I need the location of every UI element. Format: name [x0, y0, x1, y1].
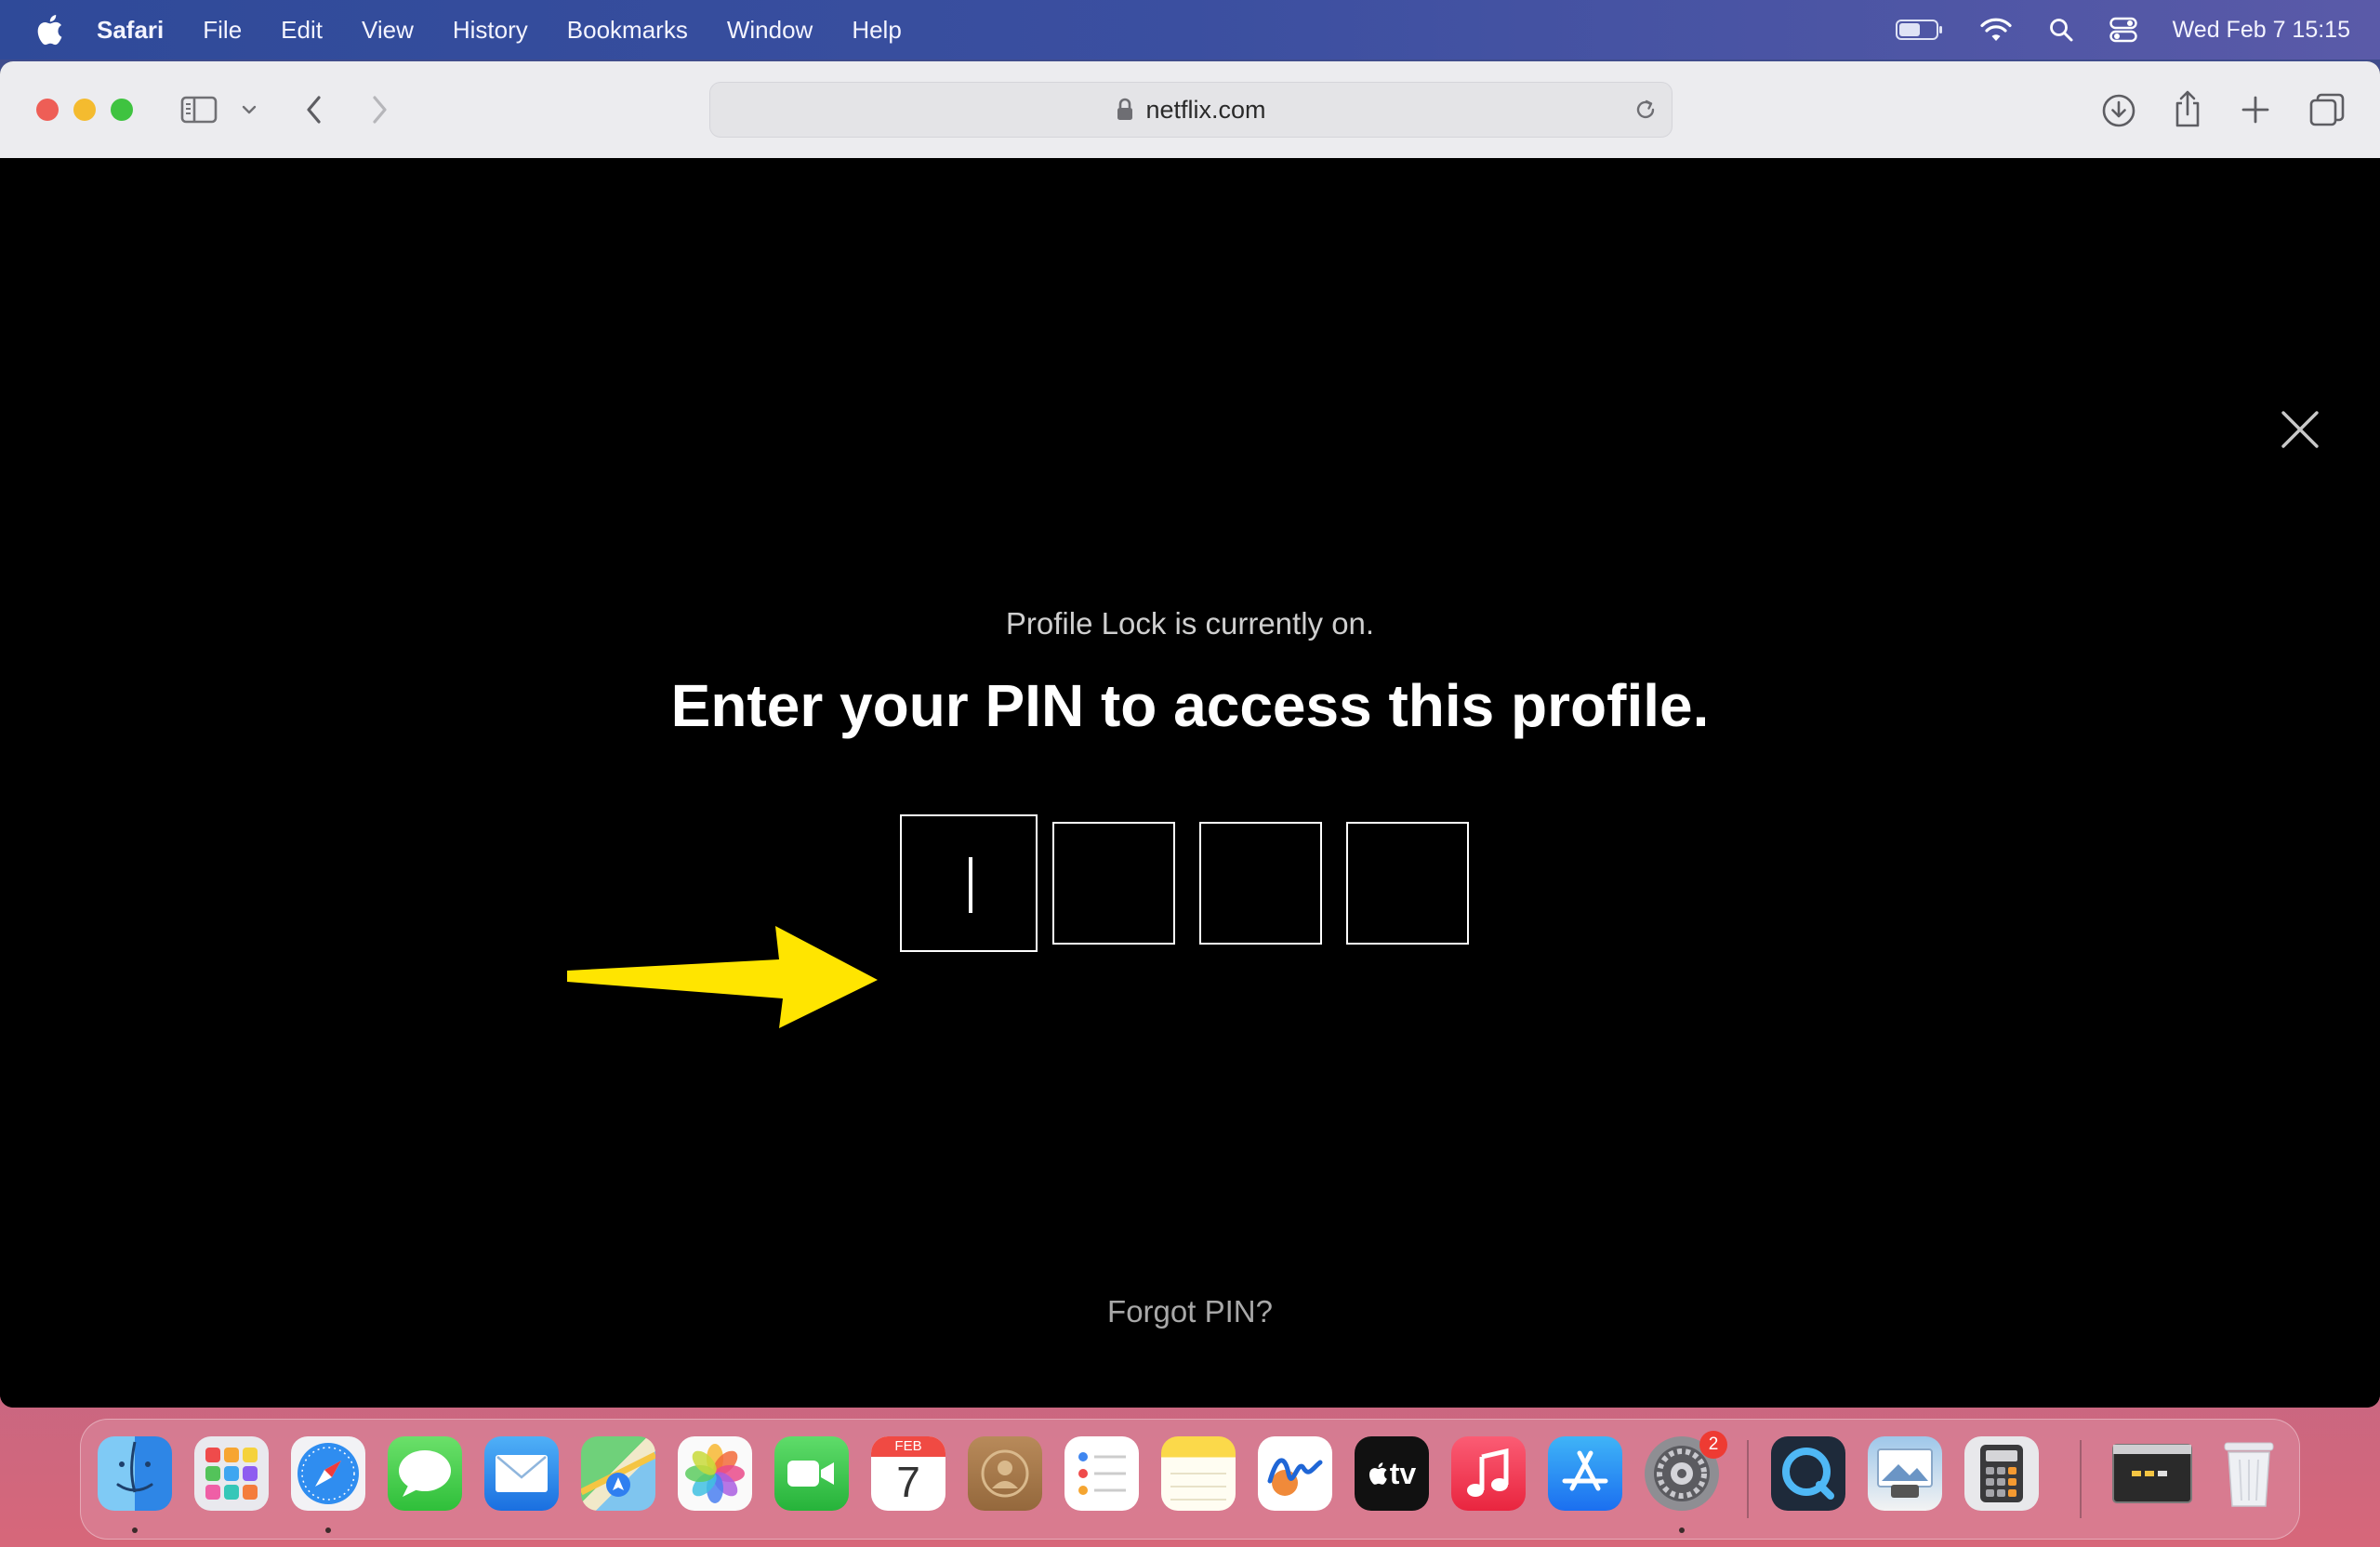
- dock-running-dot: [132, 1527, 138, 1533]
- dock-messages-icon[interactable]: [388, 1436, 462, 1511]
- dock-separator: [1747, 1440, 1749, 1518]
- apple-tv-label: tv: [1389, 1456, 1417, 1490]
- battery-icon[interactable]: [1895, 18, 1944, 42]
- pin-digit-2-input[interactable]: [1052, 822, 1175, 945]
- calendar-day: 7: [896, 1458, 920, 1506]
- menu-bookmarks[interactable]: Bookmarks: [567, 16, 688, 45]
- safari-window: netflix.com Profile Lock is currently on…: [0, 61, 2380, 1408]
- forward-chevron-icon[interactable]: [366, 93, 392, 126]
- dock-mail-icon[interactable]: [484, 1436, 559, 1511]
- apple-logo-icon[interactable]: [35, 14, 63, 46]
- menu-help[interactable]: Help: [852, 16, 901, 45]
- menu-app-safari[interactable]: Safari: [97, 16, 164, 45]
- dock-calendar-icon[interactable]: FEB 7: [871, 1436, 945, 1511]
- notification-badge: 2: [1699, 1431, 1727, 1459]
- menu-view[interactable]: View: [362, 16, 414, 45]
- minimize-window-button[interactable]: [73, 99, 96, 121]
- dock-photos-icon[interactable]: [678, 1436, 752, 1511]
- dock-app-store-icon[interactable]: [1548, 1436, 1622, 1511]
- chevron-down-icon[interactable]: [240, 102, 258, 117]
- sidebar-toggle-icon[interactable]: [180, 95, 218, 125]
- close-window-button[interactable]: [36, 99, 59, 121]
- back-chevron-icon[interactable]: [301, 93, 327, 126]
- new-tab-plus-icon[interactable]: [2241, 95, 2270, 125]
- menu-bar: Safari File Edit View History Bookmarks …: [0, 0, 2380, 60]
- dock: FEB 7 tv 2: [80, 1419, 2300, 1540]
- dock-finder-icon[interactable]: [98, 1436, 172, 1511]
- dock-separator: [2080, 1440, 2082, 1518]
- share-icon[interactable]: [2172, 89, 2203, 128]
- browser-toolbar: netflix.com: [0, 61, 2380, 159]
- address-url: netflix.com: [1145, 95, 1266, 124]
- annotation-arrow-icon: [567, 926, 878, 1028]
- forgot-pin-link[interactable]: Forgot PIN?: [0, 1294, 2380, 1329]
- dock-safari-icon[interactable]: [291, 1436, 365, 1511]
- text-cursor: [969, 857, 972, 913]
- dock-minimized-window-icon[interactable]: [2108, 1436, 2197, 1511]
- tab-overview-icon[interactable]: [2309, 93, 2345, 126]
- menu-history[interactable]: History: [453, 16, 528, 45]
- dock-contacts-icon[interactable]: [968, 1436, 1042, 1511]
- dock-quicktime-icon[interactable]: [1771, 1436, 1845, 1511]
- dock-music-icon[interactable]: [1451, 1436, 1526, 1511]
- pin-digit-1-input[interactable]: [900, 814, 1038, 952]
- dock-facetime-icon[interactable]: [774, 1436, 849, 1511]
- control-center-icon[interactable]: [2109, 17, 2137, 43]
- menu-clock[interactable]: Wed Feb 7 15:15: [2173, 17, 2350, 44]
- close-icon[interactable]: [2278, 407, 2322, 452]
- apple-logo-icon: [1368, 1462, 1387, 1485]
- dock-trash-icon[interactable]: [2212, 1436, 2286, 1511]
- menu-window[interactable]: Window: [727, 16, 813, 45]
- dock-calculator-icon[interactable]: [1964, 1436, 2039, 1511]
- calendar-month: FEB: [871, 1436, 945, 1457]
- dock-maps-icon[interactable]: [581, 1436, 655, 1511]
- dock-notes-icon[interactable]: [1161, 1436, 1236, 1511]
- address-bar[interactable]: netflix.com: [709, 82, 1673, 138]
- dock-freeform-icon[interactable]: [1258, 1436, 1332, 1511]
- pin-digit-4-input[interactable]: [1346, 822, 1469, 945]
- dock-running-dot: [1679, 1527, 1685, 1533]
- profile-lock-page: Profile Lock is currently on. Enter your…: [0, 158, 2380, 1408]
- dock-reminders-icon[interactable]: [1064, 1436, 1139, 1511]
- dock-apple-tv-icon[interactable]: tv: [1355, 1436, 1429, 1511]
- page-title: Enter your PIN to access this profile.: [670, 672, 1710, 739]
- profile-lock-status: Profile Lock is currently on.: [1005, 606, 1375, 641]
- lock-icon: [1117, 98, 1133, 120]
- downloads-icon[interactable]: [2101, 93, 2136, 128]
- dock-preview-icon[interactable]: [1868, 1436, 1942, 1511]
- dock-running-dot: [325, 1527, 331, 1533]
- pin-digit-3-input[interactable]: [1199, 822, 1322, 945]
- spotlight-search-icon[interactable]: [2048, 17, 2074, 43]
- dock-launchpad-icon[interactable]: [194, 1436, 269, 1511]
- menu-edit[interactable]: Edit: [281, 16, 323, 45]
- reload-icon[interactable]: [1633, 97, 1659, 123]
- wifi-icon[interactable]: [1979, 17, 2013, 43]
- fullscreen-window-button[interactable]: [111, 99, 133, 121]
- menu-file[interactable]: File: [203, 16, 242, 45]
